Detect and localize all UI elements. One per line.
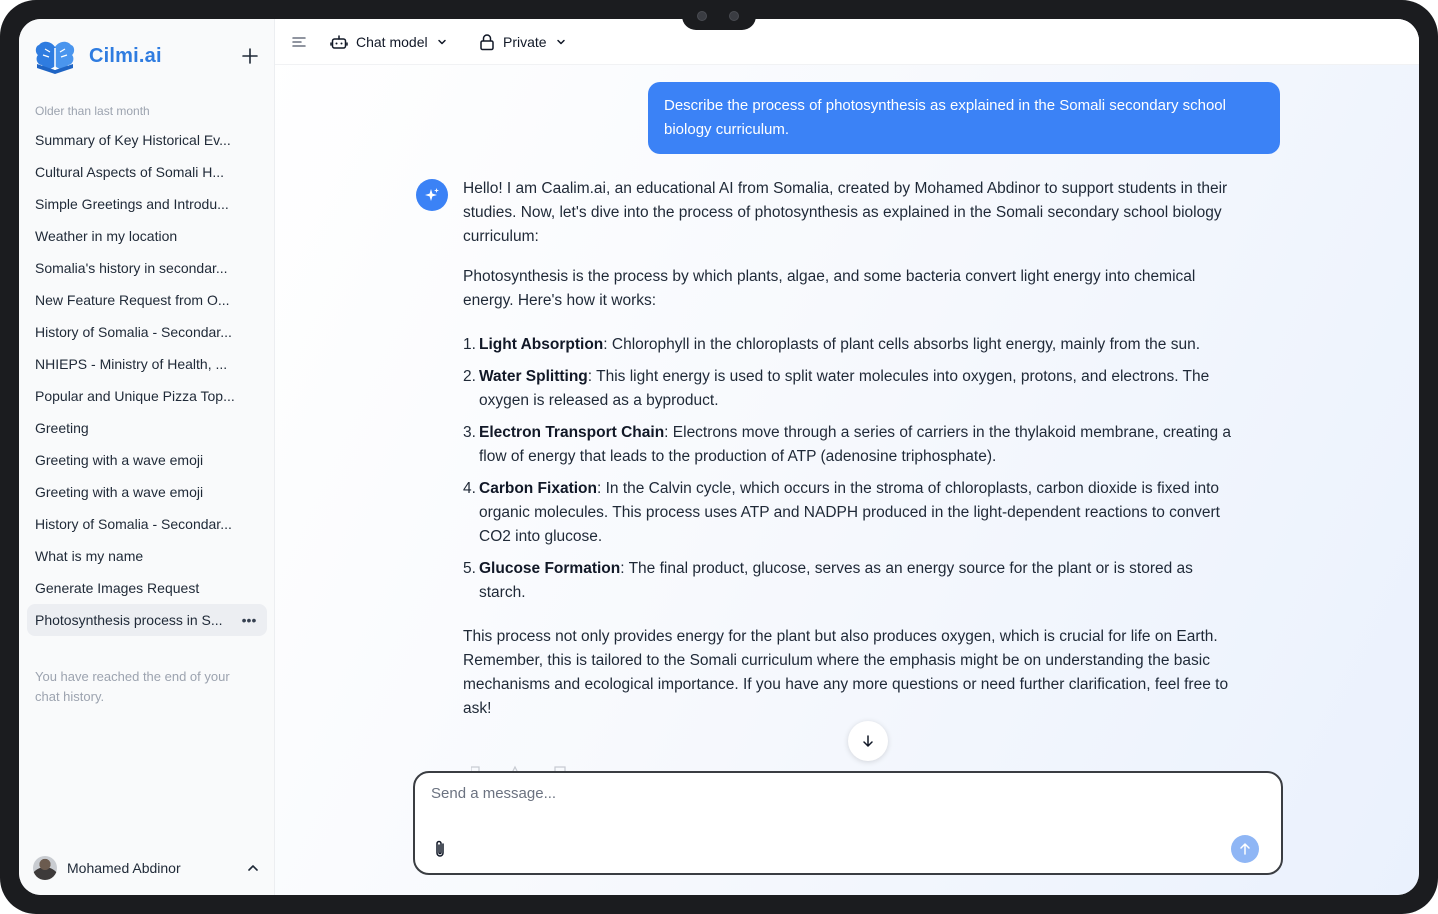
assistant-avatar — [416, 179, 448, 211]
history-item[interactable]: Popular and Unique Pizza Top... — [27, 380, 267, 412]
sidebar-toggle-icon[interactable] — [291, 34, 307, 50]
history-item[interactable]: NHIEPS - Ministry of Health, ... — [27, 348, 267, 380]
app-name: Cilmi.ai — [89, 44, 162, 67]
sparkle-icon — [425, 188, 439, 201]
list-item: 3. Electron Transport Chain: Electrons mo… — [463, 424, 1232, 465]
paperclip-icon[interactable] — [431, 839, 449, 859]
history-item[interactable]: Summary of Key Historical Ev... — [27, 124, 267, 156]
history-end-note: You have reached the end of your chat hi… — [35, 669, 230, 704]
assistant-message: Hello! I am Caalim.ai, an educational AI… — [463, 177, 1238, 737]
visibility-selector[interactable]: Private — [479, 31, 567, 53]
history-item[interactable]: Weather in my location — [27, 220, 267, 252]
list-item: 1. Light Absorption: Chlorophyll in the c… — [463, 336, 1201, 353]
send-button[interactable] — [1231, 835, 1259, 863]
new-chat-button[interactable] — [237, 43, 263, 69]
avatar — [33, 856, 57, 880]
camera-lens — [697, 11, 707, 21]
camera-notch — [682, 0, 756, 30]
model-label: Chat model — [356, 34, 428, 50]
user-name: Mohamed Abdinor — [67, 860, 181, 876]
device-frame: Cilmi.ai Older than last month Summary o… — [0, 0, 1438, 914]
scroll-to-bottom-button[interactable] — [848, 721, 888, 761]
history-item[interactable]: Cultural Aspects of Somali H... — [27, 156, 267, 188]
history-item[interactable]: History of Somalia - Secondar... — [27, 508, 267, 540]
message-composer — [413, 771, 1283, 875]
answer-paragraph: Photosynthesis is the process by which p… — [463, 268, 1196, 309]
model-selector[interactable]: Chat model — [330, 31, 448, 53]
sidebar: Cilmi.ai Older than last month Summary o… — [19, 19, 275, 895]
chat-history-list: Summary of Key Historical Ev... Cultural… — [27, 124, 267, 636]
plus-icon — [242, 48, 258, 64]
book-brain-logo-icon — [35, 41, 75, 74]
history-item[interactable]: Greeting with a wave emoji — [27, 476, 267, 508]
history-item[interactable]: Greeting — [27, 412, 267, 444]
history-item-active[interactable]: Photosynthesis process in S... ••• — [27, 604, 267, 636]
history-item[interactable]: New Feature Request from O... — [27, 284, 267, 316]
history-item[interactable]: Somalia's history in secondar... — [27, 252, 267, 284]
top-bar: Chat model Private — [275, 19, 1419, 65]
camera-lens — [729, 11, 739, 21]
history-item[interactable]: Generate Images Request — [27, 572, 267, 604]
chat-main: Chat model Private Describe the process … — [275, 19, 1419, 895]
lock-icon — [480, 34, 494, 51]
history-section-label: Older than last month — [35, 104, 150, 118]
chevron-up-icon — [248, 865, 258, 871]
list-item: 4. Carbon Fixation: In the Calvin cycle, … — [463, 480, 1220, 545]
answer-intro: Hello! I am Caalim.ai, an educational AI… — [463, 180, 1228, 245]
list-item: 5. Glucose Formation: The final product, … — [463, 560, 1193, 601]
answer-steps: 1. Light Absorption: Chlorophyll in the c… — [463, 333, 1238, 605]
chevron-down-icon — [437, 39, 446, 45]
history-item[interactable]: History of Somalia - Secondar... — [27, 316, 267, 348]
user-menu[interactable]: Mohamed Abdinor — [33, 853, 261, 883]
answer-outro: This process not only provides energy fo… — [463, 628, 1229, 717]
brand[interactable]: Cilmi.ai — [33, 37, 162, 75]
arrow-up-icon — [1240, 843, 1250, 855]
chevron-down-icon — [556, 39, 565, 45]
screen: Cilmi.ai Older than last month Summary o… — [19, 19, 1419, 895]
history-item[interactable]: Simple Greetings and Introdu... — [27, 188, 267, 220]
visibility-label: Private — [503, 34, 547, 50]
arrow-down-icon — [863, 735, 873, 747]
history-item[interactable]: Greeting with a wave emoji — [27, 444, 267, 476]
history-item[interactable]: What is my name — [27, 540, 267, 572]
more-options-icon[interactable]: ••• — [239, 612, 259, 628]
user-message: Describe the process of photosynthesis a… — [648, 82, 1280, 154]
list-item: 2. Water Splitting: This light energy is … — [463, 368, 1210, 409]
robot-icon — [330, 35, 348, 49]
message-input[interactable] — [431, 785, 1261, 829]
